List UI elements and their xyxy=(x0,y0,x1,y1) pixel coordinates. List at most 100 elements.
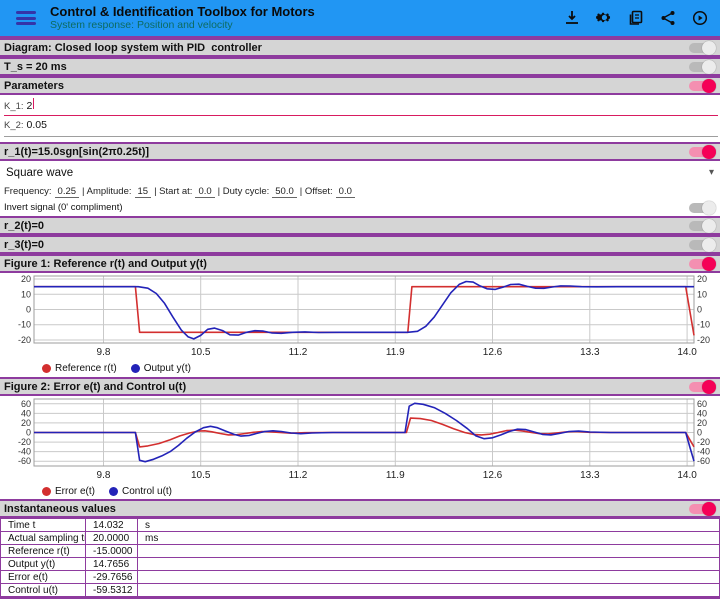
svg-text:20: 20 xyxy=(697,274,707,284)
section-label: Figure 2: Error e(t) and Control u(t) xyxy=(4,380,187,393)
parameters-panel: K_1: 2 K_2: 0.05 xyxy=(0,95,720,142)
r3-toggle[interactable] xyxy=(689,237,716,252)
amp-label: | Amplitude: xyxy=(82,186,132,197)
svg-text:-20: -20 xyxy=(18,335,31,345)
section-header-r3[interactable]: r_3(t)=0 xyxy=(0,235,720,254)
section-label: Parameters xyxy=(4,79,64,92)
section-header-r2[interactable]: r_2(t)=0 xyxy=(0,216,720,235)
svg-text:60: 60 xyxy=(21,399,31,409)
row-value: -59.5312 xyxy=(85,583,138,597)
svg-text:-10: -10 xyxy=(697,320,710,330)
table-row: Reference r(t) -15.0000 xyxy=(0,544,720,558)
svg-text:20: 20 xyxy=(21,274,31,284)
k1-input[interactable]: 2 xyxy=(27,100,33,112)
figure2-legend: Error e(t) Control u(t) xyxy=(0,483,720,499)
waveform-select[interactable]: Square wave ▾ xyxy=(0,161,720,184)
row-label: Control u(t) xyxy=(0,583,86,597)
svg-text:10.5: 10.5 xyxy=(191,470,211,481)
legend-item: Reference r(t) xyxy=(42,363,117,374)
r1-toggle[interactable] xyxy=(689,144,716,159)
row-label: Time t xyxy=(0,518,86,532)
k1-field[interactable]: K_1: 2 xyxy=(4,98,718,116)
copy-pages-icon[interactable] xyxy=(628,10,644,26)
row-value: 20.0000 xyxy=(85,531,138,545)
diagram-toggle[interactable] xyxy=(689,40,716,55)
svg-text:11.2: 11.2 xyxy=(289,347,308,358)
svg-text:13.3: 13.3 xyxy=(580,347,600,358)
sampling-time-toggle[interactable] xyxy=(689,59,716,74)
svg-text:14.0: 14.0 xyxy=(677,470,697,481)
svg-text:10: 10 xyxy=(21,289,31,299)
instantaneous-toggle[interactable] xyxy=(689,501,716,516)
row-unit xyxy=(137,570,720,584)
section-header-sampling-time[interactable]: T_s = 20 ms xyxy=(0,57,720,76)
row-unit xyxy=(137,583,720,597)
share-icon[interactable] xyxy=(660,10,676,26)
text-cursor xyxy=(33,98,35,109)
svg-text:9.8: 9.8 xyxy=(97,470,111,481)
row-value: 14.032 xyxy=(85,518,138,532)
section-label: T_s = 20 ms xyxy=(4,60,67,73)
record-play-icon[interactable] xyxy=(692,10,708,26)
svg-text:-40: -40 xyxy=(697,447,710,457)
svg-text:10.5: 10.5 xyxy=(191,347,211,358)
section-label: Figure 1: Reference r(t) and Output y(t) xyxy=(4,257,207,270)
chevron-down-icon: ▾ xyxy=(708,167,714,178)
legend-item: Output y(t) xyxy=(130,363,191,374)
parameters-toggle[interactable] xyxy=(689,78,716,93)
section-label: r_2(t)=0 xyxy=(4,219,45,232)
freq-input[interactable]: 0.25 xyxy=(54,186,80,198)
svg-text:11.2: 11.2 xyxy=(289,470,308,481)
k2-input[interactable]: 0.05 xyxy=(27,119,47,131)
settings-gear-icon[interactable] xyxy=(596,10,612,26)
offset-input[interactable]: 0.0 xyxy=(335,186,355,198)
waveform-value: Square wave xyxy=(6,166,74,179)
k1-label: K_1: xyxy=(4,101,24,112)
signal-parameters-row: Frequency: 0.25 | Amplitude: 15 | Start … xyxy=(0,184,720,199)
section-header-figure2[interactable]: Figure 2: Error e(t) and Control u(t) xyxy=(0,377,720,396)
table-row: Output y(t) 14.7656 xyxy=(0,557,720,571)
svg-text:0: 0 xyxy=(26,428,31,438)
figure1-toggle[interactable] xyxy=(689,256,716,271)
k2-field[interactable]: K_2: 0.05 xyxy=(4,119,718,137)
amp-input[interactable]: 15 xyxy=(134,186,152,198)
section-label: Instantaneous values xyxy=(4,502,116,515)
section-header-parameters[interactable]: Parameters xyxy=(0,76,720,95)
duty-label: | Duty cycle: xyxy=(217,186,270,197)
svg-text:-10: -10 xyxy=(18,320,31,330)
legend-label: Output y(t) xyxy=(143,363,191,374)
legend-item: Error e(t) xyxy=(42,486,95,497)
figure1-legend: Reference r(t) Output y(t) xyxy=(0,360,720,377)
row-value: -15.0000 xyxy=(85,544,138,558)
svg-text:11.9: 11.9 xyxy=(386,470,405,481)
svg-text:-60: -60 xyxy=(697,456,710,466)
download-icon[interactable] xyxy=(564,10,580,26)
svg-text:-60: -60 xyxy=(18,456,31,466)
legend-label: Reference r(t) xyxy=(55,363,117,374)
section-label: r_1(t)=15.0sgn[sin(2π0.25t)] xyxy=(4,145,150,158)
invert-signal-toggle[interactable] xyxy=(689,200,716,215)
invert-signal-row: Invert signal (0' compliment) xyxy=(0,199,720,216)
section-header-figure1[interactable]: Figure 1: Reference r(t) and Output y(t) xyxy=(0,254,720,273)
section-header-instantaneous[interactable]: Instantaneous values xyxy=(0,499,720,518)
svg-text:-20: -20 xyxy=(18,437,31,447)
start-input[interactable]: 0.0 xyxy=(195,186,215,198)
start-label: | Start at: xyxy=(154,186,193,197)
svg-text:20: 20 xyxy=(697,418,707,428)
menu-icon[interactable] xyxy=(16,11,36,25)
row-label: Reference r(t) xyxy=(0,544,86,558)
appbar-titles: Control & Identification Toolbox for Mot… xyxy=(50,4,564,32)
table-row: Control u(t) -59.5312 xyxy=(0,583,720,597)
figure2-toggle[interactable] xyxy=(689,379,716,394)
svg-text:10: 10 xyxy=(697,289,707,299)
section-header-diagram[interactable]: Diagram: Closed loop system with PID con… xyxy=(0,38,720,57)
error-legend-dot xyxy=(42,486,51,496)
svg-text:14.0: 14.0 xyxy=(677,347,697,358)
legend-item: Control u(t) xyxy=(109,486,172,497)
svg-text:0: 0 xyxy=(26,305,31,315)
svg-text:0: 0 xyxy=(697,305,702,315)
svg-text:-40: -40 xyxy=(18,447,31,457)
duty-input[interactable]: 50.0 xyxy=(272,186,297,198)
section-header-r1[interactable]: r_1(t)=15.0sgn[sin(2π0.25t)] xyxy=(0,142,720,161)
r2-toggle[interactable] xyxy=(689,218,716,233)
